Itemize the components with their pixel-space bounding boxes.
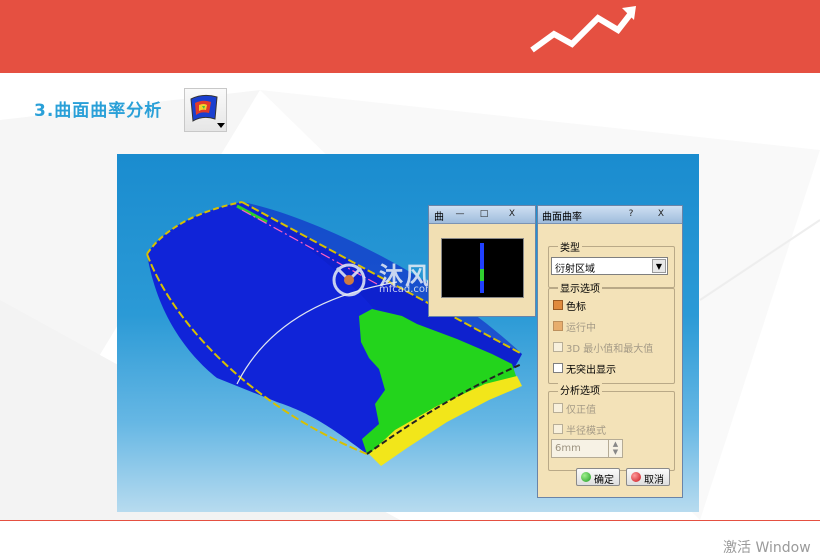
watermark-url: mfcad.com [379, 284, 435, 295]
no-highlight-label: 无突出显示 [566, 365, 616, 376]
cancel-label: 取消 [644, 475, 664, 486]
ok-icon [581, 472, 591, 482]
ok-label: 确定 [594, 475, 614, 486]
cancel-icon [631, 472, 641, 482]
cancel-button[interactable]: 取消 [626, 468, 670, 486]
radius-mode-checkbox[interactable] [553, 424, 563, 434]
dialog-title: 曲面曲率 [542, 212, 582, 223]
restore-button[interactable]: □ [477, 208, 491, 221]
activate-windows-watermark: 激活 Window [723, 540, 811, 553]
spinner-arrows-icon[interactable]: ▲ ▼ [608, 440, 622, 457]
type-select-value: 衍射区域 [555, 264, 595, 275]
ok-button[interactable]: 确定 [576, 468, 620, 486]
minimize-button[interactable]: — [453, 208, 467, 221]
running-checkbox[interactable] [553, 321, 563, 331]
radius-spinner[interactable]: 6mm ▲ ▼ [551, 439, 623, 458]
dialog-close-button[interactable]: X [654, 208, 668, 221]
curvature-tool-icon[interactable] [184, 88, 227, 132]
close-button[interactable]: X [505, 208, 519, 221]
header-bar [0, 0, 820, 73]
preview-window: 曲 — □ X [428, 205, 536, 317]
trend-arrow-icon [530, 6, 636, 53]
color-scale-label: 色标 [566, 302, 586, 313]
positive-only-checkbox[interactable] [553, 403, 563, 413]
footer-divider [0, 520, 820, 521]
display-group-label: 显示选项 [558, 280, 602, 295]
3d-minmax-checkbox[interactable] [553, 342, 563, 352]
dialog-titlebar[interactable]: 曲面曲率 ? X [538, 206, 682, 224]
no-highlight-checkbox[interactable] [553, 363, 563, 373]
type-select[interactable]: 衍射区域 ▼ [551, 257, 668, 275]
radius-mode-label: 半径模式 [566, 426, 606, 437]
3d-minmax-label: 3D 最小值和最大值 [566, 344, 654, 355]
color-scale-preview [441, 238, 524, 298]
section-title: 3.曲面曲率分析 [34, 101, 163, 121]
help-button[interactable]: ? [624, 208, 638, 221]
positive-only-label: 仅正值 [566, 405, 596, 416]
radius-value: 6mm [555, 443, 581, 454]
chevron-down-icon[interactable]: ▼ [652, 259, 666, 273]
preview-title: 曲 [434, 212, 444, 223]
type-group-label: 类型 [558, 239, 582, 254]
analysis-group-label: 分析选项 [558, 382, 602, 397]
running-label: 运行中 [566, 323, 596, 334]
preview-titlebar[interactable]: 曲 — □ X [429, 206, 535, 224]
color-scale-checkbox[interactable] [553, 300, 563, 310]
